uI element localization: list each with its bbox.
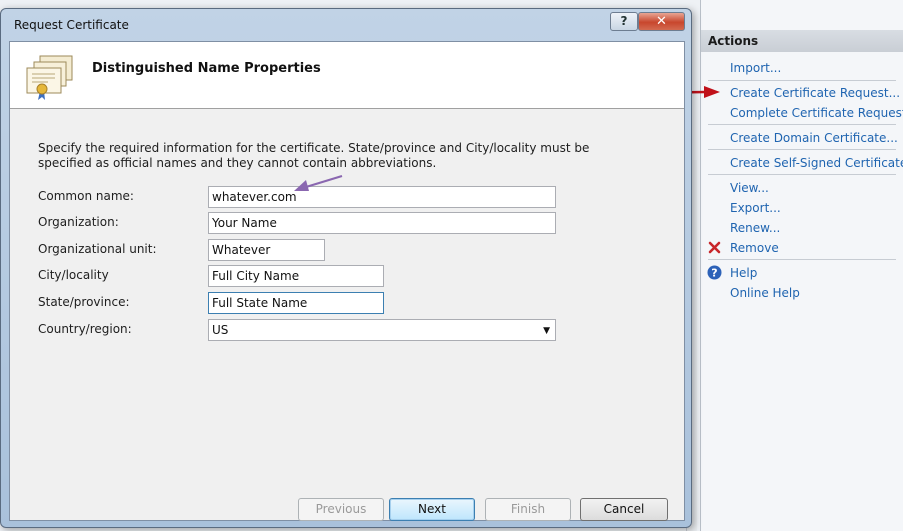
chevron-down-icon: ▼ — [543, 326, 550, 336]
organizational-unit-input[interactable] — [208, 239, 325, 261]
next-button[interactable]: Next — [389, 498, 475, 521]
action-help[interactable]: Help — [730, 266, 757, 280]
help-icon: ? — [707, 265, 722, 280]
divider — [708, 149, 896, 150]
action-create-self-signed-certificate[interactable]: Create Self-Signed Certificate... — [730, 156, 903, 170]
actions-pane: Actions Import... Create Certificate Req… — [700, 0, 903, 531]
common-name-input[interactable] — [208, 186, 556, 208]
city-locality-input[interactable] — [208, 265, 384, 287]
organization-label: Organization: — [38, 215, 119, 229]
organization-input[interactable] — [208, 212, 556, 234]
actions-header: Actions — [701, 30, 903, 52]
state-province-input[interactable] — [208, 292, 384, 314]
wizard-banner: Distinguished Name Properties — [10, 42, 684, 109]
divider — [708, 259, 896, 260]
action-export[interactable]: Export... — [730, 201, 781, 215]
action-import[interactable]: Import... — [730, 61, 781, 75]
action-online-help[interactable]: Online Help — [730, 286, 800, 300]
instructions-text: Specify the required information for the… — [38, 141, 590, 170]
remove-x-icon — [708, 241, 721, 254]
common-name-label: Common name: — [38, 189, 134, 203]
action-create-domain-certificate[interactable]: Create Domain Certificate... — [730, 131, 898, 145]
country-region-select[interactable]: US ▼ — [208, 319, 556, 341]
previous-button[interactable]: Previous — [298, 498, 384, 521]
country-region-label: Country/region: — [38, 322, 132, 336]
certificate-icon — [26, 55, 73, 100]
action-renew[interactable]: Renew... — [730, 221, 780, 235]
organizational-unit-label: Organizational unit: — [38, 242, 157, 256]
close-icon: ✕ — [656, 14, 667, 29]
city-locality-label: City/locality — [38, 268, 109, 282]
request-certificate-dialog: Request Certificate ? ✕ Distinguished Na… — [0, 8, 692, 528]
finish-button[interactable]: Finish — [485, 498, 571, 521]
action-remove[interactable]: Remove — [730, 241, 779, 255]
divider — [708, 80, 896, 81]
close-button[interactable]: ✕ — [638, 12, 685, 31]
svg-text:?: ? — [711, 267, 717, 280]
action-view[interactable]: View... — [730, 181, 769, 195]
action-create-certificate-request[interactable]: Create Certificate Request... — [730, 86, 900, 100]
help-glyph: ? — [620, 14, 628, 28]
wizard-page-title: Distinguished Name Properties — [92, 61, 321, 76]
cancel-button[interactable]: Cancel — [580, 498, 668, 521]
dialog-title: Request Certificate — [14, 18, 129, 32]
action-complete-certificate-request[interactable]: Complete Certificate Request... — [730, 106, 903, 120]
state-province-label: State/province: — [38, 295, 130, 309]
dialog-client-area: Distinguished Name Properties Specify th… — [9, 41, 685, 521]
divider — [708, 174, 896, 175]
country-region-value: US — [212, 323, 229, 337]
divider — [708, 124, 896, 125]
title-help-button[interactable]: ? — [610, 12, 638, 31]
